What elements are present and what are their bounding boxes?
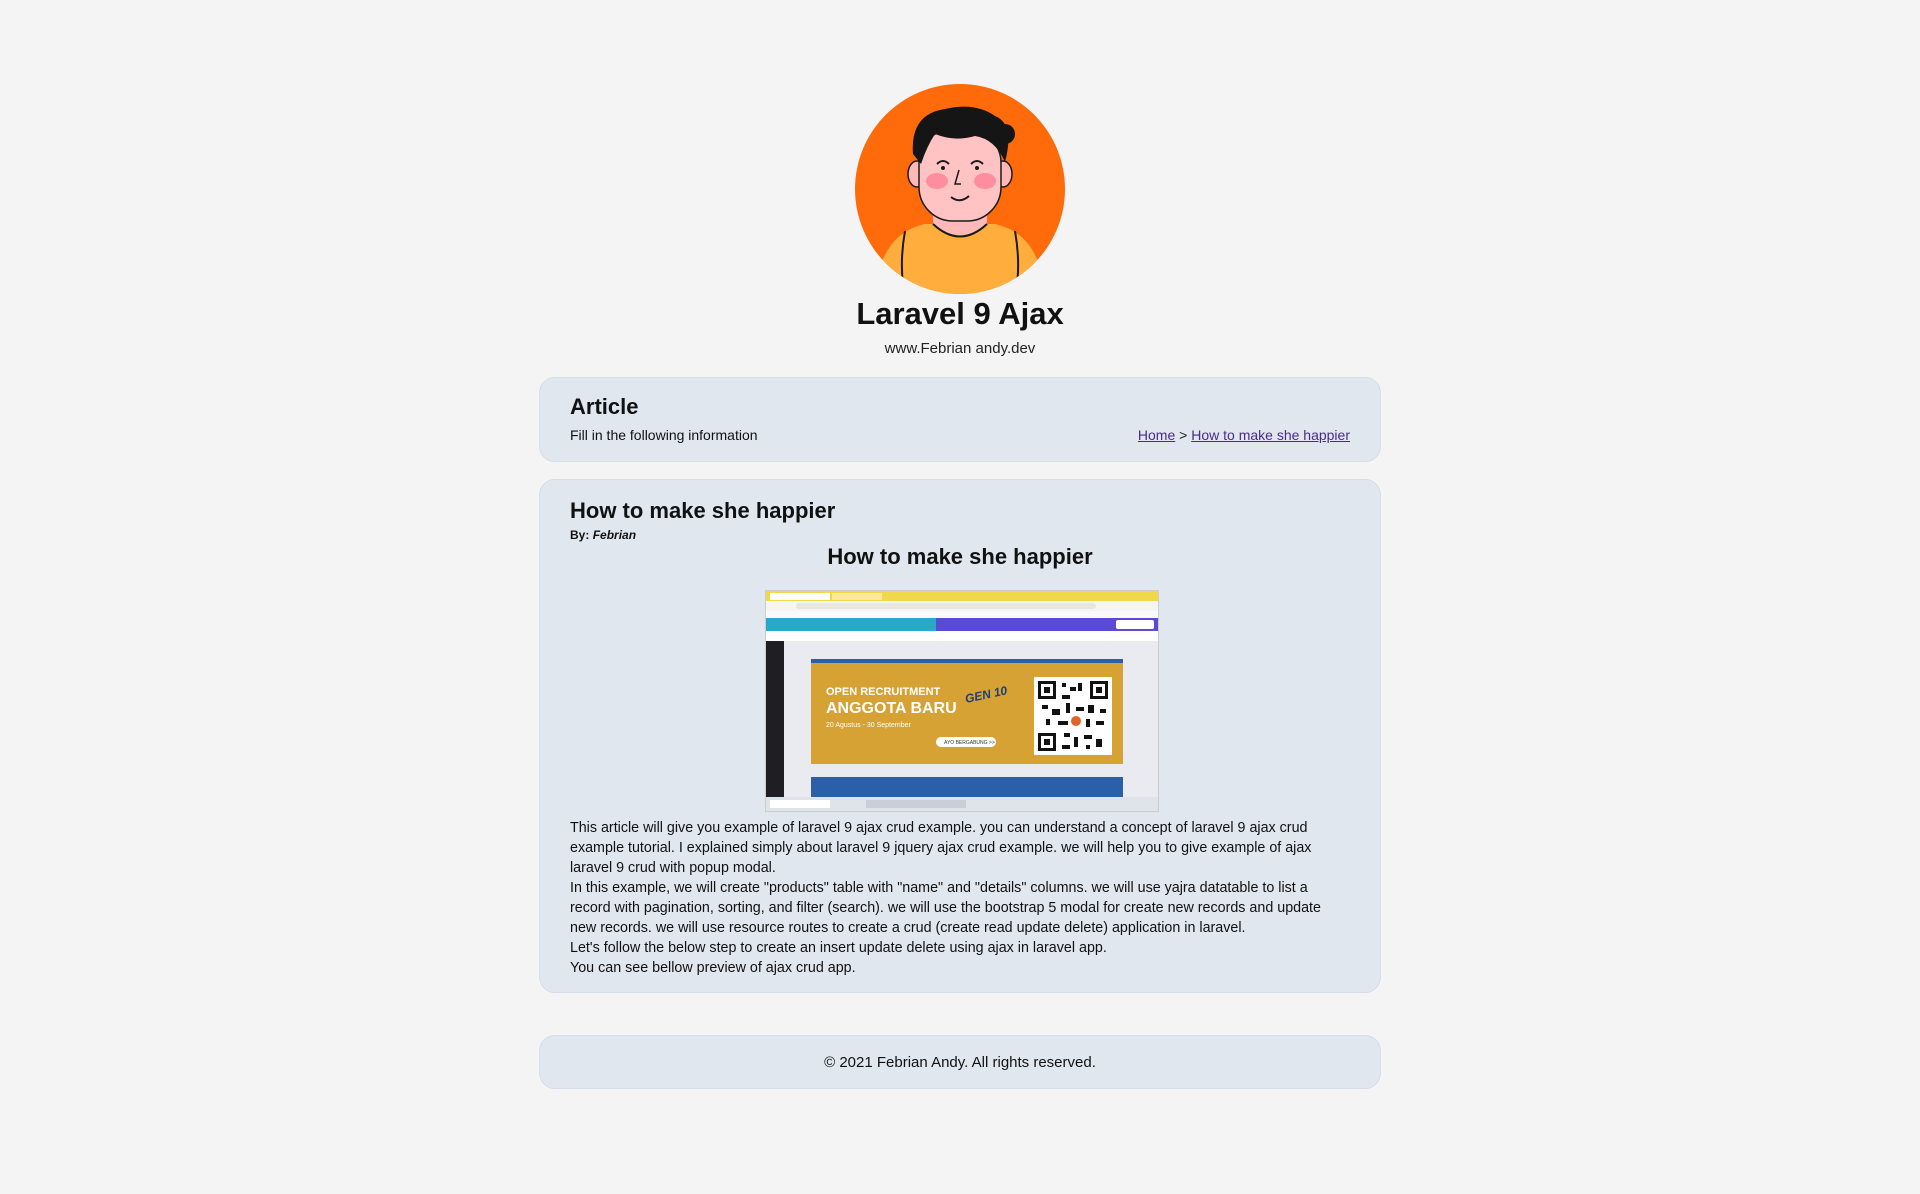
article-image: OPEN RECRUITMENT ANGGOTA BARU GEN 10 20 …	[765, 590, 1159, 812]
site-url: www.Febrian andy.dev	[884, 340, 1036, 357]
screenshot-image: OPEN RECRUITMENT ANGGOTA BARU GEN 10 20 …	[766, 591, 1158, 811]
banner-dates: 20 Agustus - 30 September	[826, 722, 911, 729]
avatar	[855, 84, 1065, 294]
site-title: Laravel 9 Ajax	[856, 296, 1064, 331]
page: Laravel 9 Ajax www.Febrian andy.dev Arti…	[0, 0, 1920, 1194]
article-author: Febrian	[592, 528, 637, 542]
banner-cta: AYO BERGABUNG >>	[944, 740, 995, 746]
article-paragraph-4: You can see bellow preview of ajax crud …	[570, 960, 856, 976]
article-card: How to make she happier By: Febrian How …	[539, 479, 1381, 993]
content-heading: How to make she happier	[827, 544, 1093, 569]
page-header-card: Article Fill in the following informatio…	[539, 377, 1381, 462]
banner-open-recruitment: OPEN RECRUITMENT	[826, 686, 941, 698]
page-subtitle: Fill in the following information	[570, 427, 758, 443]
article-paragraph-3: Let's follow the below step to create an…	[570, 940, 1107, 956]
article-body: This article will give you example of la…	[570, 818, 1350, 978]
footer-card: © 2021 Febrian Andy. All rights reserved…	[539, 1035, 1381, 1089]
breadcrumb: Home > How to make she happier	[1138, 427, 1350, 443]
breadcrumb-home-link[interactable]: Home	[1138, 427, 1175, 443]
breadcrumb-separator: >	[1179, 427, 1188, 443]
article-byline: By: Febrian	[570, 528, 636, 542]
banner-anggota-baru: ANGGOTA BARU	[826, 700, 957, 717]
article-paragraph-1: This article will give you example of la…	[570, 820, 1312, 876]
page-title: Article	[570, 394, 639, 419]
article-paragraph-2: In this example, we will create "product…	[570, 880, 1321, 936]
breadcrumb-current-link[interactable]: How to make she happier	[1191, 427, 1350, 443]
avatar-illustration	[875, 106, 1045, 294]
article-title: How to make she happier	[570, 498, 836, 523]
byline-label: By:	[570, 528, 590, 542]
copyright-text: © 2021 Febrian Andy. All rights reserved…	[824, 1054, 1096, 1071]
